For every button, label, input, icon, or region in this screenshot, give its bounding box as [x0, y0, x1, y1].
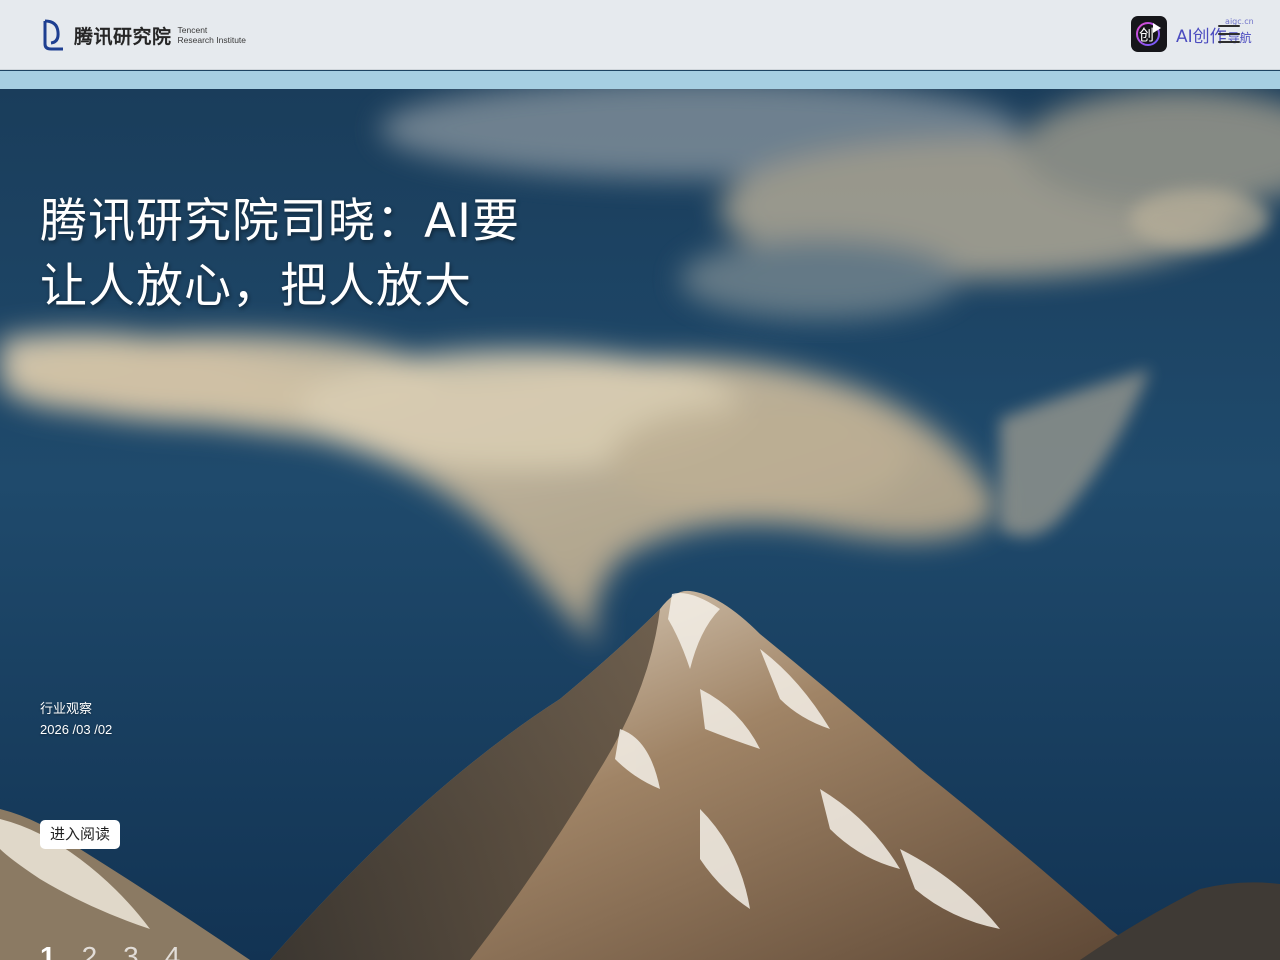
logo-text-cn: 腾讯研究院 [74, 25, 172, 48]
ai-creation-badge-icon: 创 [1131, 16, 1167, 52]
site-header: 腾讯研究院 Tencent Research Institute 创 AI创作导… [0, 0, 1280, 70]
logo-en-line1: Tencent [177, 25, 208, 35]
article-date: 2026 /03 /02 [40, 722, 113, 737]
hamburger-menu-icon[interactable] [1218, 25, 1240, 45]
header-accent-strip [0, 71, 1280, 89]
hero-meta: 行业观察 2026 /03 /02 [40, 698, 112, 740]
logo-mark-icon [43, 19, 63, 51]
logo-en-line2: Research Institute [177, 35, 247, 45]
article-category[interactable]: 行业观察 [40, 698, 112, 719]
pager-item-4[interactable]: 4 [165, 941, 181, 960]
pager-item-3[interactable]: 3 [123, 941, 139, 960]
hero-article-title[interactable]: 腾讯研究院司晓：AI要让人放心，把人放大 [40, 189, 520, 319]
ai-creation-label: AI创作导航 aigc.cn [1176, 17, 1254, 47]
menu-bar-middle [1218, 33, 1240, 35]
pager-item-2[interactable]: 2 [82, 941, 98, 960]
badge-char: 创 [1139, 26, 1154, 44]
pager-item-1[interactable]: 1 [40, 941, 56, 960]
enter-reading-button[interactable]: 进入阅读 [40, 820, 121, 849]
carousel-pager: 1 2 3 4 [40, 941, 180, 960]
hero-banner: 腾讯研究院司晓：AI要让人放心，把人放大 行业观察 2026 /03 /02 进… [0, 89, 1280, 960]
menu-bar-top [1218, 25, 1240, 27]
menu-bar-bottom [1218, 41, 1240, 43]
logo-text-en: Tencent Research Institute [178, 25, 247, 45]
tencent-research-logo[interactable]: 腾讯研究院 Tencent Research Institute [40, 18, 246, 52]
